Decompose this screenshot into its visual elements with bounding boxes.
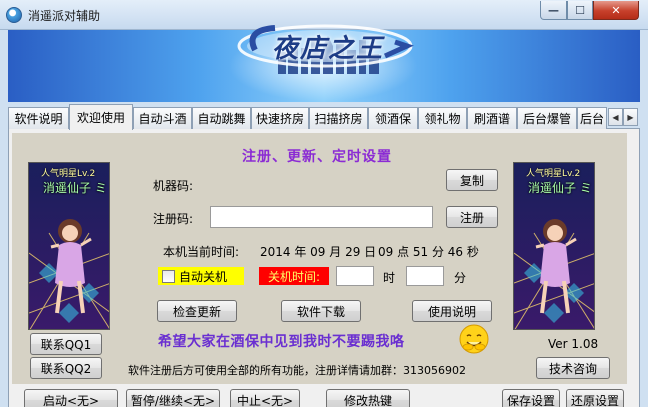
tab-bartender[interactable]: 领酒保 xyxy=(368,107,418,129)
tab-background[interactable]: 后台 xyxy=(577,107,607,129)
check-update-button[interactable]: 检查更新 xyxy=(157,300,237,322)
auto-shutdown-label: 自动关机 xyxy=(179,269,228,284)
tech-support-button[interactable]: 技术咨询 xyxy=(536,357,610,379)
save-settings-button[interactable]: 保存设置 xyxy=(502,389,560,407)
contact-qq1-button[interactable]: 联系QQ1 xyxy=(30,333,102,355)
contact-qq2-button[interactable]: 联系QQ2 xyxy=(30,357,102,379)
app-icon xyxy=(6,7,22,23)
auto-shutdown-checkbox[interactable]: 自动关机 xyxy=(158,267,244,285)
edit-hotkey-button[interactable]: 修改热键 xyxy=(326,389,410,407)
current-time-value: 09 点 51 分 46 秒 xyxy=(378,245,479,259)
window-title: 消遥派对辅助 xyxy=(28,9,101,23)
hour-unit-label: 时 xyxy=(383,271,396,285)
minute-unit-label: 分 xyxy=(454,271,467,285)
tab-welcome[interactable]: 欢迎使用 xyxy=(69,104,133,130)
game-logo-text: 夜店之王 xyxy=(272,34,385,64)
software-download-button[interactable]: 软件下载 xyxy=(281,300,361,322)
avatar-image-right: 人气明星Lv.2 消遥仙子 ミ xyxy=(513,162,595,330)
checkbox-icon[interactable] xyxy=(162,269,175,283)
pause-resume-button[interactable]: 暂停/继续<无> xyxy=(126,389,220,407)
register-button[interactable]: 注册 xyxy=(446,206,498,228)
tab-scroll-right-icon[interactable]: ▶ xyxy=(623,108,638,126)
reg-code-input[interactable] xyxy=(210,206,433,228)
current-date-value: 2014 年 09 月 29 日 xyxy=(260,245,377,259)
machine-code-label: 机器码: xyxy=(153,179,194,193)
tab-software-info[interactable]: 软件说明 xyxy=(8,107,69,129)
user-manual-button[interactable]: 使用说明 xyxy=(412,300,492,322)
shutdown-minute-input[interactable] xyxy=(406,266,444,286)
start-button[interactable]: 启动<无> xyxy=(24,389,118,407)
tab-scroll-left-icon[interactable]: ◀ xyxy=(608,108,623,126)
tab-background-burst[interactable]: 后台爆管 xyxy=(517,107,577,129)
shutdown-time-label: 关机时间: xyxy=(259,267,329,285)
tab-quick-room[interactable]: 快速挤房 xyxy=(251,107,309,129)
maximize-button[interactable]: ☐ xyxy=(567,1,593,20)
shutdown-hour-input[interactable] xyxy=(336,266,374,286)
slogan-text: 希望大家在酒保中见到我时不要踢我咯 xyxy=(158,334,405,350)
reg-code-label: 注册码: xyxy=(153,212,194,226)
smiley-emoji-icon xyxy=(459,324,489,354)
settings-heading: 注册、更新、定时设置 xyxy=(242,149,392,165)
tab-auto-drink[interactable]: 自动斗酒 xyxy=(133,107,192,129)
version-label: Ver 1.08 xyxy=(548,337,599,351)
avatar-level-left: 人气明星Lv.2 xyxy=(41,169,96,179)
current-time-label: 本机当前时间: xyxy=(163,245,240,259)
tab-bar: 软件说明 欢迎使用 自动斗酒 自动跳舞 快速挤房 扫描挤房 领酒保 领礼物 刷酒… xyxy=(8,104,640,130)
stop-button[interactable]: 中止<无> xyxy=(230,389,300,407)
avatar-image-left: 人气明星Lv.2 消遥仙子 ミ xyxy=(28,162,110,330)
tab-gift[interactable]: 领礼物 xyxy=(418,107,467,129)
avatar-level-right: 人气明星Lv.2 xyxy=(526,169,581,179)
copy-button[interactable]: 复制 xyxy=(446,169,498,191)
tab-wine-list[interactable]: 刷酒谱 xyxy=(467,107,517,129)
restore-settings-button[interactable]: 还原设置 xyxy=(566,389,624,407)
minimize-button[interactable]: — xyxy=(540,1,567,20)
registration-info-text: 软件注册后方可使用全部的所有功能，注册详情请加群：313056902 xyxy=(128,364,466,377)
tab-auto-dance[interactable]: 自动跳舞 xyxy=(192,107,251,129)
close-button[interactable]: ✕ xyxy=(593,1,639,20)
avatar-name-right: 消遥仙子 ミ xyxy=(528,181,592,195)
tab-scan-room[interactable]: 扫描挤房 xyxy=(309,107,368,129)
avatar-name-left: 消遥仙子 ミ xyxy=(43,181,107,195)
